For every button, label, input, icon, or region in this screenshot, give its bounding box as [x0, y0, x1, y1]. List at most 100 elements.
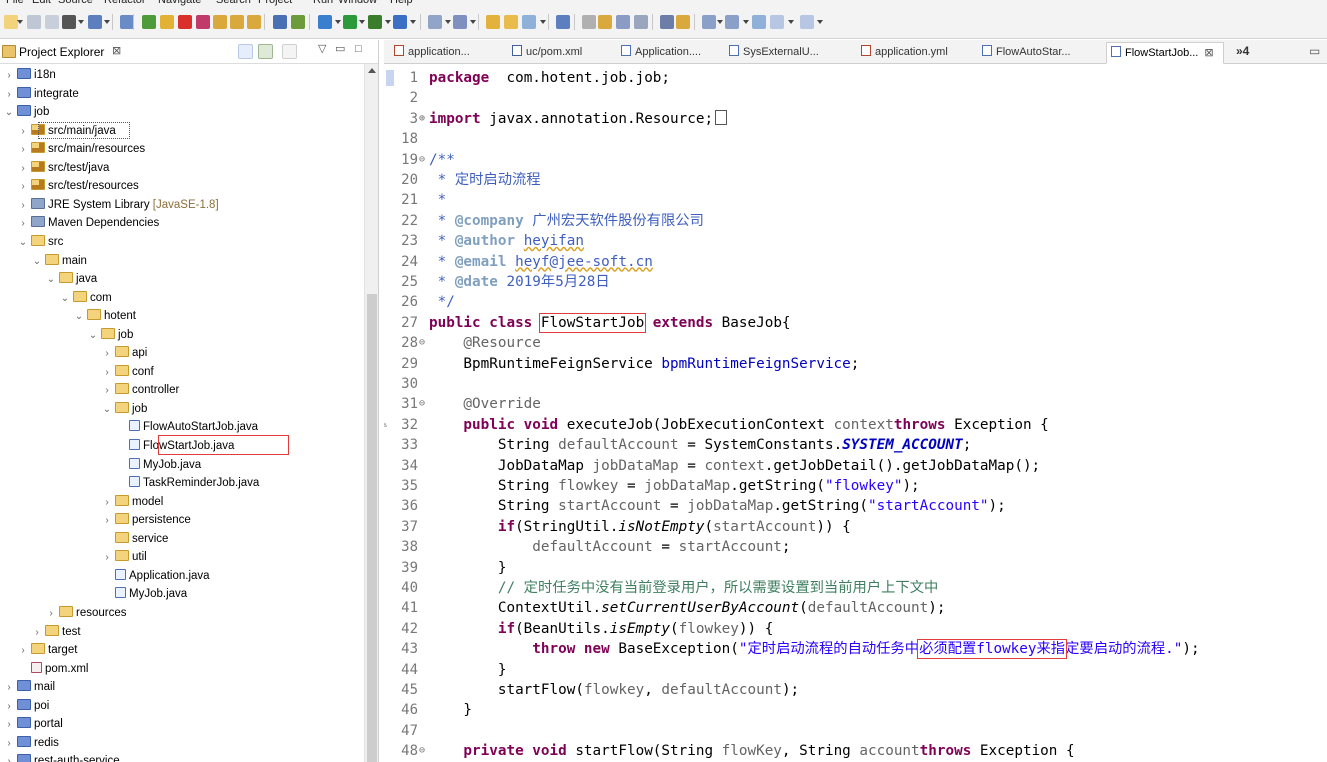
step-over-icon[interactable] — [230, 15, 244, 29]
collapsed-chevron-icon[interactable]: › — [4, 716, 14, 734]
collapsed-chevron-icon[interactable]: › — [4, 86, 14, 104]
tree-item[interactable]: › target — [18, 641, 77, 659]
forward-icon[interactable] — [770, 15, 784, 29]
toolbar-dropdown-icon[interactable] — [335, 19, 341, 25]
expanded-chevron-icon[interactable]: ⌄ — [74, 308, 84, 326]
debug-icon[interactable] — [368, 15, 382, 29]
prev-annotation-icon[interactable] — [616, 15, 630, 29]
minimize-icon[interactable]: ▭ — [335, 42, 345, 55]
tree-item[interactable]: › model — [102, 493, 163, 511]
suspend-icon[interactable] — [160, 15, 174, 29]
tree-item[interactable]: › src/test/resources — [18, 177, 139, 195]
tree-item[interactable]: ⌄ com — [60, 289, 112, 307]
coverage-icon[interactable] — [393, 15, 407, 29]
collapsed-chevron-icon[interactable]: › — [4, 753, 14, 762]
collapsed-chevron-icon[interactable]: › — [46, 605, 56, 623]
forward-2-icon[interactable] — [800, 15, 814, 29]
expanded-chevron-icon[interactable]: ⌄ — [4, 104, 14, 122]
tree-item[interactable]: › src/main/resources — [18, 140, 145, 158]
tree-item[interactable]: › JRE System Library [JavaSE-1.8] — [18, 196, 219, 214]
editor-tab[interactable]: application.yml — [857, 42, 970, 64]
collapsed-chevron-icon[interactable]: › — [102, 345, 112, 363]
tree-item[interactable]: TaskReminderJob.java — [116, 474, 259, 492]
toolbar-dropdown-icon[interactable] — [743, 19, 749, 25]
link-with-editor-icon[interactable] — [258, 44, 273, 59]
expanded-chevron-icon[interactable]: ⌄ — [102, 401, 112, 419]
collapsed-chevron-icon[interactable]: › — [32, 624, 42, 642]
new-icon[interactable] — [4, 15, 18, 29]
tree-item[interactable]: FlowAutoStartJob.java — [116, 418, 258, 436]
collapsed-chevron-icon[interactable]: › — [4, 735, 14, 753]
toolbar-dropdown-icon[interactable] — [540, 19, 546, 25]
editor-tab[interactable]: uc/pom.xml — [508, 42, 610, 64]
prev-icon[interactable] — [725, 15, 739, 29]
next-icon[interactable] — [702, 15, 716, 29]
tree-item[interactable]: › test — [32, 623, 81, 641]
disconnect-icon[interactable] — [196, 15, 210, 29]
tree-item[interactable]: › api — [102, 344, 147, 362]
tree-item[interactable]: › i18n — [4, 66, 56, 84]
collapsed-chevron-icon[interactable]: › — [102, 382, 112, 400]
tree-item[interactable]: MyJob.java — [116, 456, 201, 474]
expanded-chevron-icon[interactable]: ⌄ — [32, 253, 42, 271]
run-ext-icon[interactable] — [318, 15, 332, 29]
step-into-icon[interactable] — [213, 15, 227, 29]
toolbar-dropdown-icon[interactable] — [717, 19, 723, 25]
tree-item[interactable]: › integrate — [4, 85, 79, 103]
skip-icon[interactable] — [120, 15, 134, 29]
tree-item[interactable]: › mail — [4, 678, 55, 696]
history-icon[interactable] — [676, 15, 690, 29]
expanded-chevron-icon[interactable]: ⌄ — [18, 234, 28, 252]
fold-toggle-icon[interactable]: ⊖ — [419, 333, 425, 353]
back-icon[interactable] — [752, 15, 766, 29]
pin-icon[interactable] — [556, 15, 570, 29]
tree-item[interactable]: › resources — [46, 604, 127, 622]
scroll-up-icon[interactable] — [368, 68, 376, 73]
tree-item[interactable]: ⌄ job — [88, 326, 133, 344]
focus-icon[interactable] — [282, 44, 297, 59]
fold-toggle-icon[interactable]: ⊖ — [419, 150, 425, 170]
editor-tab[interactable]: Application.... — [617, 42, 717, 64]
menu-run[interactable]: Run — [313, 0, 333, 6]
toolbar-dropdown-icon[interactable] — [17, 19, 23, 25]
tree-item[interactable]: ⌄ java — [46, 270, 97, 288]
ext-tools-icon[interactable] — [428, 15, 442, 29]
tree-item[interactable]: ⌄ main — [32, 252, 87, 270]
tree-item[interactable]: › persistence — [102, 511, 191, 529]
new-java-icon[interactable] — [453, 15, 467, 29]
tree-item[interactable]: › conf — [102, 363, 154, 381]
tree-item[interactable]: › util — [102, 548, 147, 566]
tree-item[interactable]: ⌄ job — [102, 400, 147, 418]
tree-item[interactable]: pom.xml — [18, 660, 88, 678]
menu-edit[interactable]: Edit — [32, 0, 51, 6]
editor-minimize-icon[interactable]: ▭ — [1309, 44, 1320, 58]
mark-icon[interactable] — [582, 15, 596, 29]
menu-search[interactable]: Search — [216, 0, 251, 6]
editor-tab[interactable]: FlowStartJob... ⊠ — [1106, 42, 1224, 64]
open-task-icon[interactable] — [504, 15, 518, 29]
tree-item[interactable]: › redis — [4, 734, 59, 752]
fold-toggle-icon[interactable]: ⊖ — [419, 741, 425, 761]
expanded-chevron-icon[interactable]: ⌄ — [60, 290, 70, 308]
toolbar-dropdown-icon[interactable] — [410, 19, 416, 25]
collapsed-chevron-icon[interactable]: › — [18, 197, 28, 215]
tree-item[interactable]: › portal — [4, 715, 63, 733]
menu-project[interactable]: Project — [258, 0, 292, 6]
toolbar-dropdown-icon[interactable] — [385, 19, 391, 25]
scrollbar-thumb[interactable] — [367, 294, 377, 762]
tree-item[interactable]: › rest-auth-service — [4, 752, 120, 762]
terminal-icon[interactable] — [88, 15, 102, 29]
tree-item[interactable]: Application.java — [102, 567, 210, 585]
menu-help[interactable]: Help — [390, 0, 413, 6]
tab-close-icon[interactable]: ⊠ — [1204, 47, 1213, 59]
tab-overflow-button[interactable]: »4 — [1236, 44, 1249, 58]
use-step-filters-icon[interactable] — [291, 15, 305, 29]
collapsed-chevron-icon[interactable]: › — [102, 512, 112, 530]
resume-icon[interactable] — [142, 15, 156, 29]
run-icon[interactable] — [343, 15, 357, 29]
search-icon[interactable] — [522, 15, 536, 29]
open-type-icon[interactable] — [486, 15, 500, 29]
fold-toggle-icon[interactable]: ⊕ — [419, 109, 425, 129]
menu-refactor[interactable]: Refactor — [104, 0, 146, 6]
explorer-scrollbar[interactable] — [364, 64, 378, 762]
